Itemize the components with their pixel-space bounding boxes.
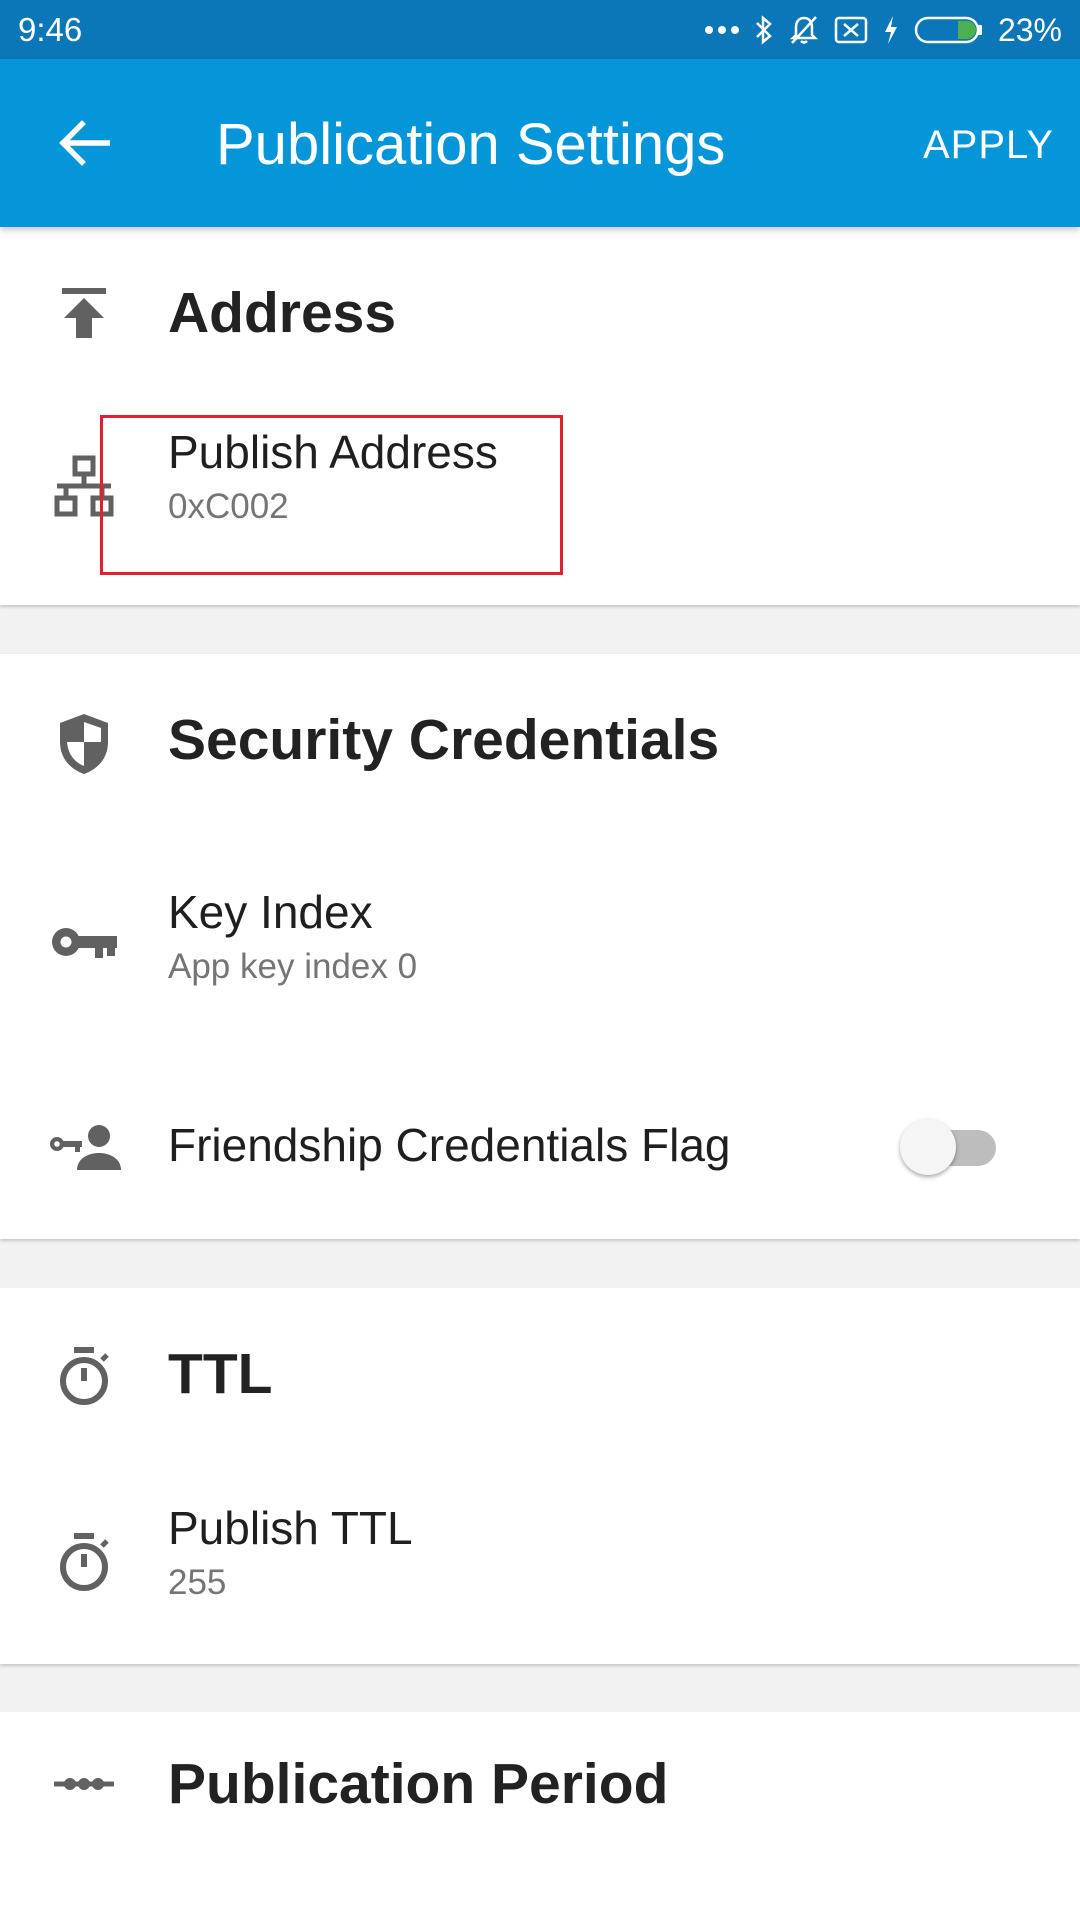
toggle-thumb xyxy=(900,1119,956,1175)
sim-blocked-icon xyxy=(834,15,868,45)
address-section-header: Address xyxy=(0,227,1080,387)
apply-button[interactable]: APPLY xyxy=(923,117,1054,173)
publish-address-label: Publish Address xyxy=(168,426,498,478)
address-card: Address Publish Address 0xC002 xyxy=(0,227,1080,605)
timer-icon xyxy=(44,1522,124,1602)
app-bar: Publication Settings APPLY xyxy=(0,59,1080,227)
status-bar: 9:46 23% xyxy=(0,0,1080,59)
charging-icon xyxy=(882,14,900,46)
network-icon xyxy=(44,447,124,527)
timer-icon xyxy=(44,1336,124,1416)
bluetooth-icon xyxy=(754,14,774,46)
publish-ttl-label: Publish TTL xyxy=(168,1502,413,1554)
page-title: Publication Settings xyxy=(216,112,726,177)
publish-ttl-item[interactable]: Publish TTL 255 xyxy=(0,1474,1080,1648)
section-title-security: Security Credentials xyxy=(168,708,720,772)
friendship-credentials-item[interactable]: Friendship Credentials Flag xyxy=(0,1079,1080,1214)
key-index-value: App key index 0 xyxy=(168,947,418,986)
shield-icon xyxy=(44,704,124,784)
arrow-back-icon xyxy=(59,120,110,166)
back-button[interactable] xyxy=(44,109,124,177)
battery-icon xyxy=(914,16,984,44)
publish-address-item[interactable]: Publish Address 0xC002 xyxy=(0,397,1080,575)
status-icons: 23% xyxy=(704,8,1062,52)
ttl-section-header: TTL xyxy=(0,1288,1080,1448)
key-person-icon xyxy=(44,1107,124,1187)
security-credentials-card: Security Credentials Key Index App key i… xyxy=(0,654,1080,1239)
ttl-card: TTL Publish TTL 255 xyxy=(0,1288,1080,1664)
key-index-item[interactable]: Key Index App key index 0 xyxy=(0,854,1080,1028)
section-title-address: Address xyxy=(168,281,397,345)
security-section-header: Security Credentials xyxy=(0,654,1080,824)
publish-ttl-value: 255 xyxy=(168,1563,227,1602)
period-icon xyxy=(44,1744,124,1824)
notifications-muted-icon xyxy=(788,14,820,46)
friendship-credentials-toggle[interactable] xyxy=(900,1112,1000,1182)
publish-address-value: 0xC002 xyxy=(168,487,289,526)
friendship-credentials-label: Friendship Credentials Flag xyxy=(168,1119,731,1171)
more-notifications-icon xyxy=(704,24,740,36)
publish-icon xyxy=(44,273,124,353)
section-title-ttl: TTL xyxy=(168,1342,273,1406)
battery-percentage: 23% xyxy=(997,12,1062,48)
status-time: 9:46 xyxy=(18,11,83,48)
period-section-header: Publication Period xyxy=(0,1712,1080,1892)
key-icon xyxy=(44,902,124,982)
publication-period-card: Publication Period xyxy=(0,1712,1080,1920)
key-index-label: Key Index xyxy=(168,886,373,938)
section-title-publication-period: Publication Period xyxy=(168,1752,669,1816)
